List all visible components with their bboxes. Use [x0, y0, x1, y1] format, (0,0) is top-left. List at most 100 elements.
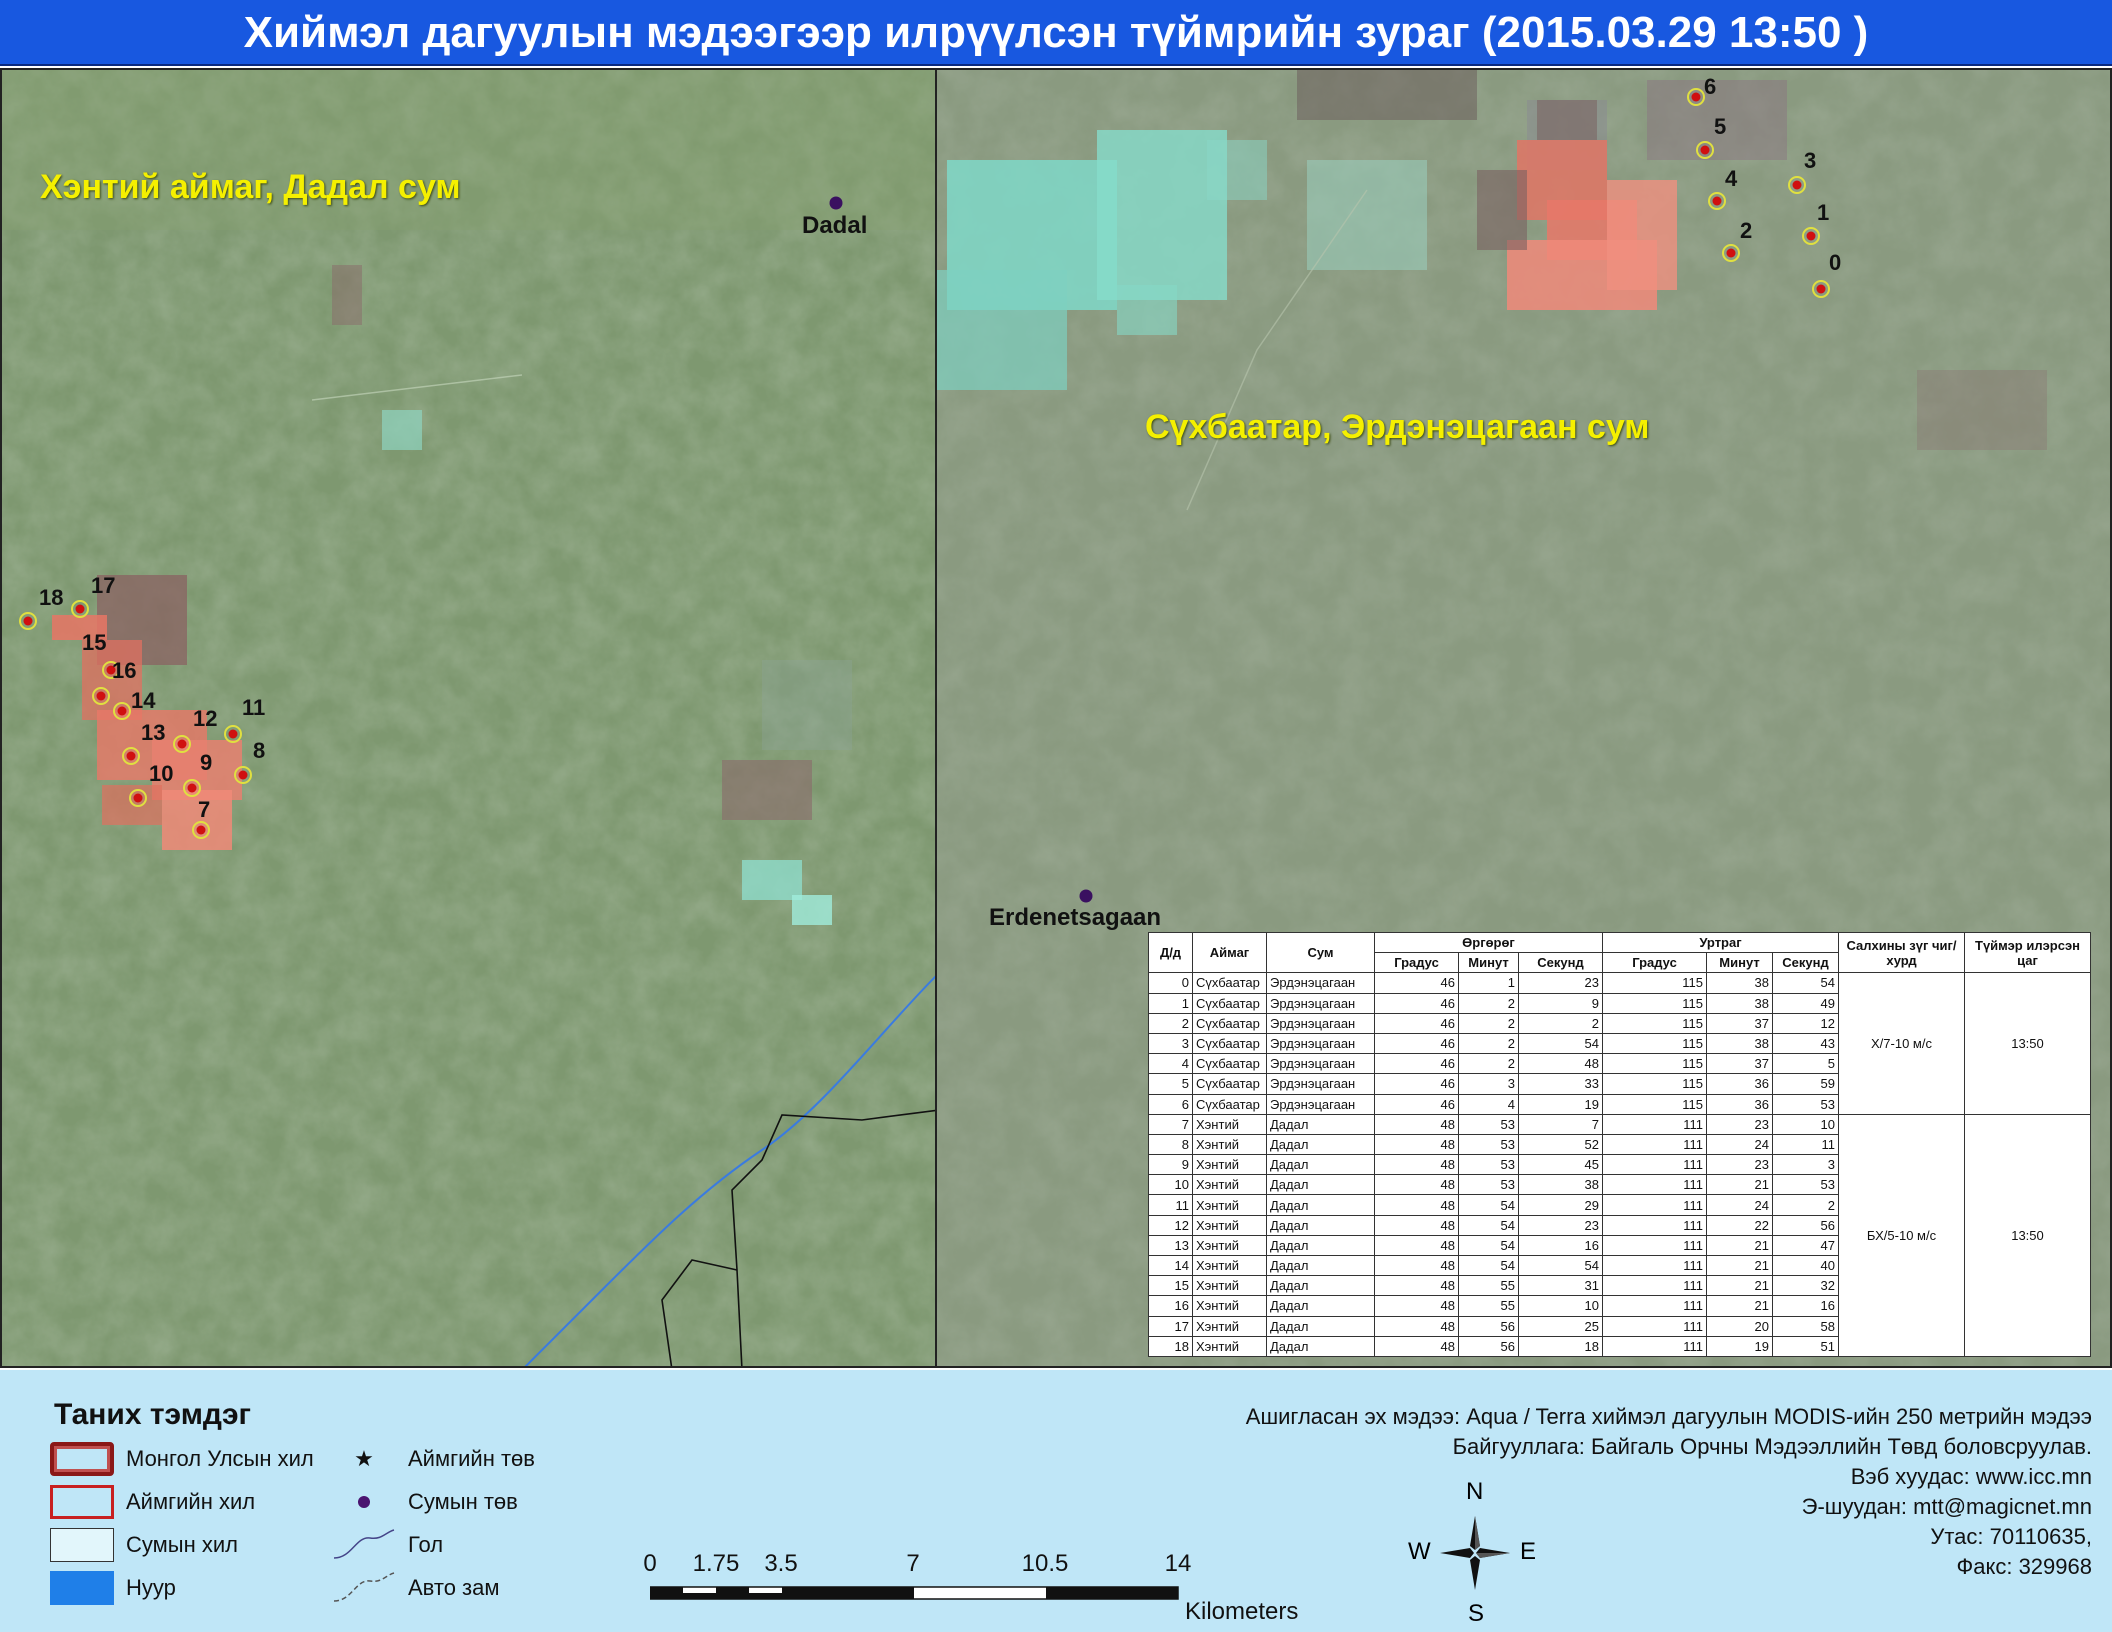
- th-lon-sec: Секунд: [1772, 952, 1839, 974]
- cell-lat_m: 4: [1458, 1093, 1519, 1115]
- cell-wind: Х/7-10 м/с: [1838, 972, 1965, 1115]
- legend-label: Нуур: [126, 1575, 176, 1600]
- th-lon-deg: Градус: [1602, 952, 1707, 974]
- cell-sum: Дадал: [1266, 1335, 1375, 1357]
- legend-label: Гол: [408, 1532, 444, 1557]
- cell-lat_s: 7: [1518, 1113, 1603, 1135]
- cell-lon_m: 21: [1706, 1234, 1773, 1257]
- fire-label: 9: [200, 750, 213, 775]
- cell-lat_m: 1: [1458, 972, 1519, 994]
- cell-lat_m: 56: [1458, 1315, 1519, 1337]
- cell-aimag: Сүхбаатар: [1192, 972, 1267, 994]
- legend-label: Сумын төв: [408, 1489, 518, 1514]
- cell-lat_d: 48: [1374, 1133, 1459, 1156]
- erdenetsagaan-sum-center-dot: [1079, 889, 1093, 903]
- cell-lon_d: 111: [1602, 1254, 1707, 1277]
- cell-lon_m: 21: [1706, 1295, 1773, 1317]
- road-icon: [332, 1571, 396, 1605]
- cell-sum: Эрдэнэцагаан: [1266, 1032, 1375, 1055]
- legend-aimag-border: Аймгийн хил: [50, 1485, 255, 1519]
- cell-lat_s: 54: [1518, 1254, 1603, 1277]
- cell-lat_m: 2: [1458, 992, 1519, 1014]
- cell-lat_m: 53: [1458, 1133, 1519, 1156]
- table-row: 7 Хэнтий Дадал 48 53 7 111 23 10 БХ/5-10 м/с 13:50: [1148, 1113, 2091, 1357]
- cell-wind: БХ/5-10 м/с: [1838, 1113, 1965, 1357]
- cell-aimag: Сүхбаатар: [1192, 1012, 1267, 1034]
- cell-sum: Эрдэнэцагаан: [1266, 1093, 1375, 1115]
- fire-table-body: 0 Сүхбаатар Эрдэнэцагаан 46 1 23 115 38 54 Х/7-10…: [1148, 972, 2091, 1357]
- cell-lon_d: 111: [1602, 1154, 1707, 1176]
- cell-id: 13: [1148, 1234, 1193, 1257]
- fire-label: 15: [82, 630, 107, 655]
- legend-title: Таних тэмдэг: [54, 1398, 252, 1431]
- cell-lat_m: 2: [1458, 1053, 1519, 1075]
- cell-lat_m: 2: [1458, 1032, 1519, 1055]
- cell-lat_d: 48: [1374, 1275, 1459, 1297]
- cell-lat_m: 53: [1458, 1154, 1519, 1176]
- cell-lat_s: 16: [1518, 1234, 1603, 1257]
- region-label-erdenetsagaan: Сүхбаатар, Эрдэнэцагаан сум: [1145, 408, 1650, 446]
- cell-sum: Эрдэнэцагаан: [1266, 992, 1375, 1014]
- th-sum: Сум: [1266, 931, 1375, 974]
- cell-lon_m: 23: [1706, 1113, 1773, 1135]
- cell-aimag: Хэнтий: [1192, 1133, 1267, 1156]
- th-lat-sec: Секунд: [1518, 952, 1603, 974]
- fire-coordinates-table: Д/д Аймаг Сум Өргөрөг Уртраг Салхины зүг…: [1148, 931, 2091, 1357]
- cell-lat_s: 31: [1518, 1275, 1603, 1297]
- cell-lon_s: 43: [1772, 1032, 1839, 1055]
- cell-lon_s: 51: [1772, 1335, 1839, 1357]
- legend-aimag-center: ★ Аймгийн төв: [332, 1442, 535, 1476]
- cell-lon_d: 115: [1602, 1012, 1707, 1034]
- fire-label: 11: [242, 695, 266, 720]
- cell-aimag: Хэнтий: [1192, 1234, 1267, 1257]
- th-wind: Салхины зүг чиг/хурд: [1838, 931, 1965, 974]
- cell-aimag: Сүхбаатар: [1192, 1073, 1267, 1095]
- info-website: Вэб хуудас: www.icc.mn: [1850, 1464, 2092, 1489]
- cell-id: 4: [1148, 1053, 1193, 1075]
- cell-id: 8: [1148, 1133, 1193, 1156]
- cell-lat_m: 54: [1458, 1254, 1519, 1277]
- fire-label: 4: [1725, 166, 1738, 191]
- cell-lat_s: 29: [1518, 1194, 1603, 1216]
- cell-lon_s: 5: [1772, 1053, 1839, 1075]
- cell-lat_s: 2: [1518, 1012, 1603, 1034]
- cell-sum: Эрдэнэцагаан: [1266, 1053, 1375, 1075]
- cell-lat_d: 48: [1374, 1154, 1459, 1176]
- fire-label: 2: [1740, 218, 1753, 243]
- cell-aimag: Хэнтий: [1192, 1174, 1267, 1196]
- fire-label: 8: [253, 738, 266, 763]
- cell-lat_s: 10: [1518, 1295, 1603, 1317]
- cell-sum: Дадал: [1266, 1113, 1375, 1135]
- cell-aimag: Хэнтий: [1192, 1254, 1267, 1277]
- cell-lon_m: 22: [1706, 1214, 1773, 1236]
- info-email: Э-шуудан: mtt@magicnet.mn: [1801, 1494, 2092, 1519]
- cell-id: 17: [1148, 1315, 1193, 1337]
- cell-lon_m: 23: [1706, 1154, 1773, 1176]
- fire-label: 13: [141, 720, 166, 745]
- legend-label: Аймгийн төв: [408, 1446, 535, 1471]
- th-lat-min: Минут: [1458, 952, 1519, 974]
- cell-lat_m: 55: [1458, 1275, 1519, 1297]
- source-info: Ашигласан эх мэдээ: Aqua / Terra хиймэл …: [1246, 1402, 2092, 1582]
- cell-sum: Дадал: [1266, 1295, 1375, 1317]
- cell-time: 13:50: [1964, 1113, 2091, 1357]
- cell-lon_m: 38: [1706, 1032, 1773, 1055]
- fire-label: 16: [112, 658, 137, 683]
- cell-aimag: Хэнтий: [1192, 1113, 1267, 1135]
- fire-label: 3: [1804, 148, 1817, 173]
- cell-lat_d: 48: [1374, 1295, 1459, 1317]
- cell-aimag: Сүхбаатар: [1192, 992, 1267, 1014]
- cell-id: 1: [1148, 992, 1193, 1014]
- legend-label: Авто зам: [408, 1575, 500, 1600]
- cell-lat_m: 3: [1458, 1073, 1519, 1095]
- cell-lon_m: 24: [1706, 1133, 1773, 1156]
- cell-id: 12: [1148, 1214, 1193, 1236]
- cell-sum: Дадал: [1266, 1275, 1375, 1297]
- cell-lat_d: 48: [1374, 1234, 1459, 1257]
- scale-tick: 1.75: [692, 1550, 740, 1577]
- cell-lon_d: 115: [1602, 1053, 1707, 1075]
- map-left-dadal[interactable]: Хэнтий аймаг, Дадал сум Dadal 7 8 9 10 1…: [0, 68, 937, 1368]
- cell-sum: Эрдэнэцагаан: [1266, 1012, 1375, 1034]
- th-lon-min: Минут: [1706, 952, 1773, 974]
- cell-lat_m: 53: [1458, 1113, 1519, 1135]
